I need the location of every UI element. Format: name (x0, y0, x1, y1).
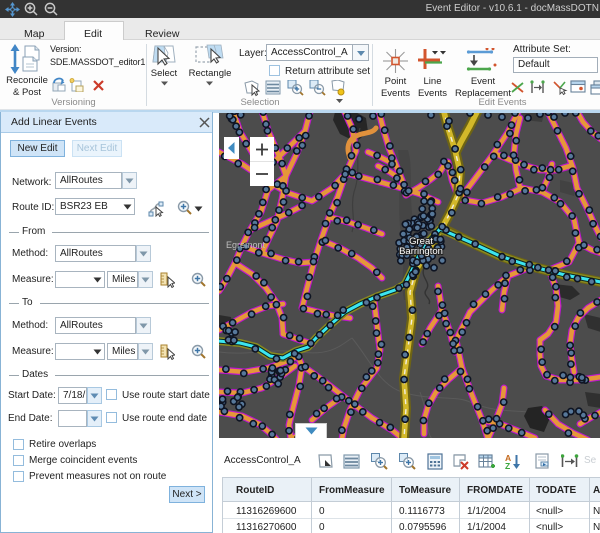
svg-text:Z: Z (505, 461, 510, 471)
svg-text:Egremont: Egremont (226, 240, 266, 250)
svg-text:Barrington: Barrington (399, 246, 443, 257)
